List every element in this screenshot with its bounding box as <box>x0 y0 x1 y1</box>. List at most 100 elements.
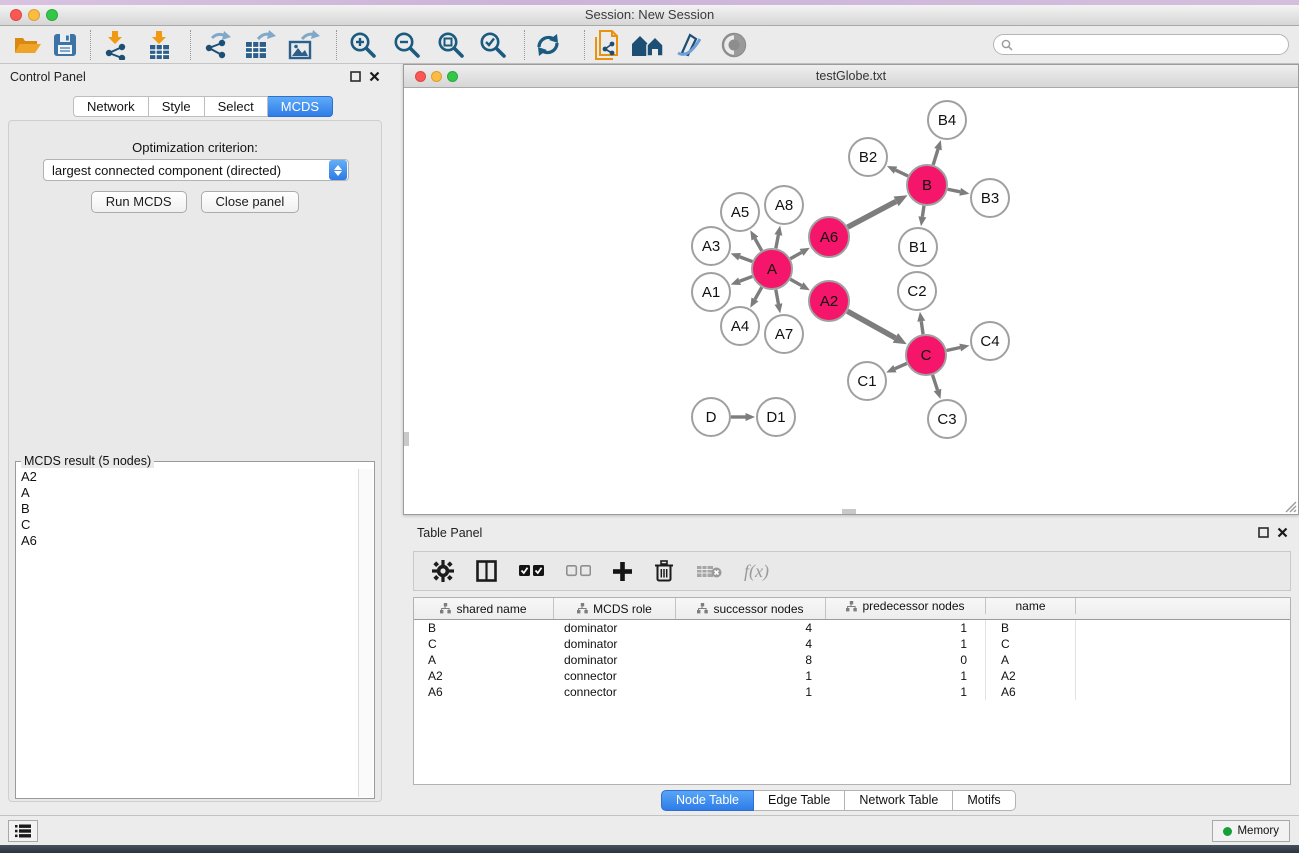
column-header-successor-nodes[interactable]: successor nodes <box>676 598 826 619</box>
memory-button[interactable]: Memory <box>1212 820 1290 842</box>
hide-annotations-button[interactable] <box>674 30 704 60</box>
vertical-scroll-thumb[interactable] <box>404 432 409 446</box>
column-settings-button[interactable] <box>432 560 454 582</box>
import-table-button[interactable] <box>146 30 174 60</box>
graph-edge[interactable] <box>790 252 801 258</box>
tab-network-table[interactable]: Network Table <box>845 790 953 811</box>
graph-edge[interactable] <box>848 201 897 227</box>
network-window-titlebar[interactable]: testGlobe.txt <box>404 65 1298 88</box>
graph-edge[interactable] <box>921 321 923 334</box>
zoom-fit-button[interactable] <box>436 30 466 60</box>
deselect-all-button[interactable] <box>566 565 591 577</box>
add-column-button[interactable] <box>613 562 632 581</box>
tab-node-table[interactable]: Node Table <box>661 790 754 811</box>
graph-edge[interactable] <box>933 149 938 165</box>
tab-network[interactable]: Network <box>73 96 149 117</box>
column-header-predecessor-nodes[interactable]: predecessor nodes <box>826 598 986 614</box>
graph-edge[interactable] <box>755 239 762 251</box>
tab-select[interactable]: Select <box>205 96 268 117</box>
graph-edge[interactable] <box>948 189 961 192</box>
result-list-scrollbar[interactable] <box>358 469 373 797</box>
float-table-panel-icon[interactable] <box>1258 527 1269 538</box>
result-list-item[interactable]: B <box>17 501 358 517</box>
network-minimize-button[interactable] <box>431 71 442 82</box>
graph-edge[interactable] <box>776 290 779 304</box>
function-builder-button[interactable]: f(x) <box>744 561 769 582</box>
graph-edge[interactable] <box>947 348 961 351</box>
save-session-button[interactable] <box>52 30 78 60</box>
zoom-window-button[interactable] <box>46 9 58 21</box>
show-hide-graphics-button[interactable] <box>718 30 750 60</box>
table-row[interactable]: Adominator80A <box>414 652 1290 668</box>
export-image-icon <box>288 30 320 60</box>
hide-annotations-icon <box>674 31 704 59</box>
table-row[interactable]: A6connector11A6 <box>414 684 1290 700</box>
column-header-shared-name[interactable]: shared name <box>414 598 554 619</box>
select-all-button[interactable] <box>519 565 544 577</box>
tab-motifs[interactable]: Motifs <box>953 790 1015 811</box>
result-list-item[interactable]: A <box>17 485 358 501</box>
search-input[interactable] <box>1017 38 1288 52</box>
graph-edge[interactable] <box>790 279 801 285</box>
network-graph[interactable]: B4B2BB3A8A5A6A3B1AA1C2A2A4A7C4CC1C3DD1 <box>404 88 1298 514</box>
table-row[interactable]: Bdominator41B <box>414 620 1290 636</box>
table-cell: B <box>986 620 1076 636</box>
close-window-button[interactable] <box>10 9 22 21</box>
resize-grip-icon[interactable] <box>1282 498 1297 513</box>
memory-status-icon <box>1223 827 1232 836</box>
graph-edge[interactable] <box>896 170 908 176</box>
tab-style[interactable]: Style <box>149 96 205 117</box>
graph-edge[interactable] <box>755 287 762 299</box>
network-close-button[interactable] <box>415 71 426 82</box>
network-canvas[interactable]: B4B2BB3A8A5A6A3B1AA1C2A2A4A7C4CC1C3DD1 <box>404 88 1298 514</box>
result-list-item[interactable]: A2 <box>17 469 358 485</box>
zoom-in-button[interactable] <box>348 30 378 60</box>
graph-edge[interactable] <box>922 206 924 217</box>
criterion-value: largest connected component (directed) <box>44 163 329 178</box>
delete-table-button[interactable] <box>696 563 722 579</box>
home-button[interactable] <box>630 30 666 60</box>
columns-icon <box>476 560 497 582</box>
save-floppy-icon <box>52 32 78 58</box>
column-header-name[interactable]: name <box>986 598 1076 614</box>
result-list-item[interactable]: C <box>17 517 358 533</box>
graph-edge[interactable] <box>740 257 753 262</box>
table-row[interactable]: A2connector11A2 <box>414 668 1290 684</box>
delete-column-button[interactable] <box>654 560 674 582</box>
network-zoom-button[interactable] <box>447 71 458 82</box>
import-network-button[interactable] <box>102 30 130 60</box>
minimize-window-button[interactable] <box>28 9 40 21</box>
result-list-item[interactable]: A6 <box>17 533 358 549</box>
criterion-select[interactable]: largest connected component (directed) <box>43 159 349 181</box>
task-history-button[interactable] <box>8 820 38 842</box>
optimization-criterion-label: Optimization criterion: <box>9 140 381 155</box>
search-field[interactable] <box>993 34 1289 55</box>
list-icon <box>15 824 31 838</box>
refresh-button[interactable] <box>534 30 562 60</box>
tab-mcds[interactable]: MCDS <box>268 96 333 117</box>
graph-edge[interactable] <box>776 235 779 248</box>
close-panel-icon[interactable] <box>369 71 380 82</box>
horizontal-scroll-thumb[interactable] <box>842 509 856 514</box>
graph-edge[interactable] <box>895 363 907 368</box>
open-session-button[interactable] <box>12 30 42 60</box>
show-columns-button[interactable] <box>476 560 497 582</box>
zoom-selected-button[interactable] <box>478 30 508 60</box>
close-panel-button[interactable]: Close panel <box>201 191 300 213</box>
zoom-out-button[interactable] <box>392 30 422 60</box>
export-image-button[interactable] <box>288 30 320 60</box>
run-mcds-button[interactable]: Run MCDS <box>91 191 187 213</box>
float-panel-icon[interactable] <box>350 71 361 82</box>
column-header-mcds-role[interactable]: MCDS role <box>554 598 676 619</box>
graph-node-label: B4 <box>938 112 956 129</box>
export-network-button[interactable] <box>202 30 232 60</box>
attribute-icon <box>697 603 708 614</box>
graph-edge[interactable] <box>933 375 938 390</box>
close-table-panel-icon[interactable] <box>1277 527 1288 538</box>
graph-edge[interactable] <box>740 276 753 281</box>
export-table-button[interactable] <box>244 30 276 60</box>
clone-network-button[interactable] <box>592 30 622 60</box>
table-row[interactable]: Cdominator41C <box>414 636 1290 652</box>
tab-edge-table[interactable]: Edge Table <box>754 790 845 811</box>
graph-edge[interactable] <box>847 311 895 338</box>
